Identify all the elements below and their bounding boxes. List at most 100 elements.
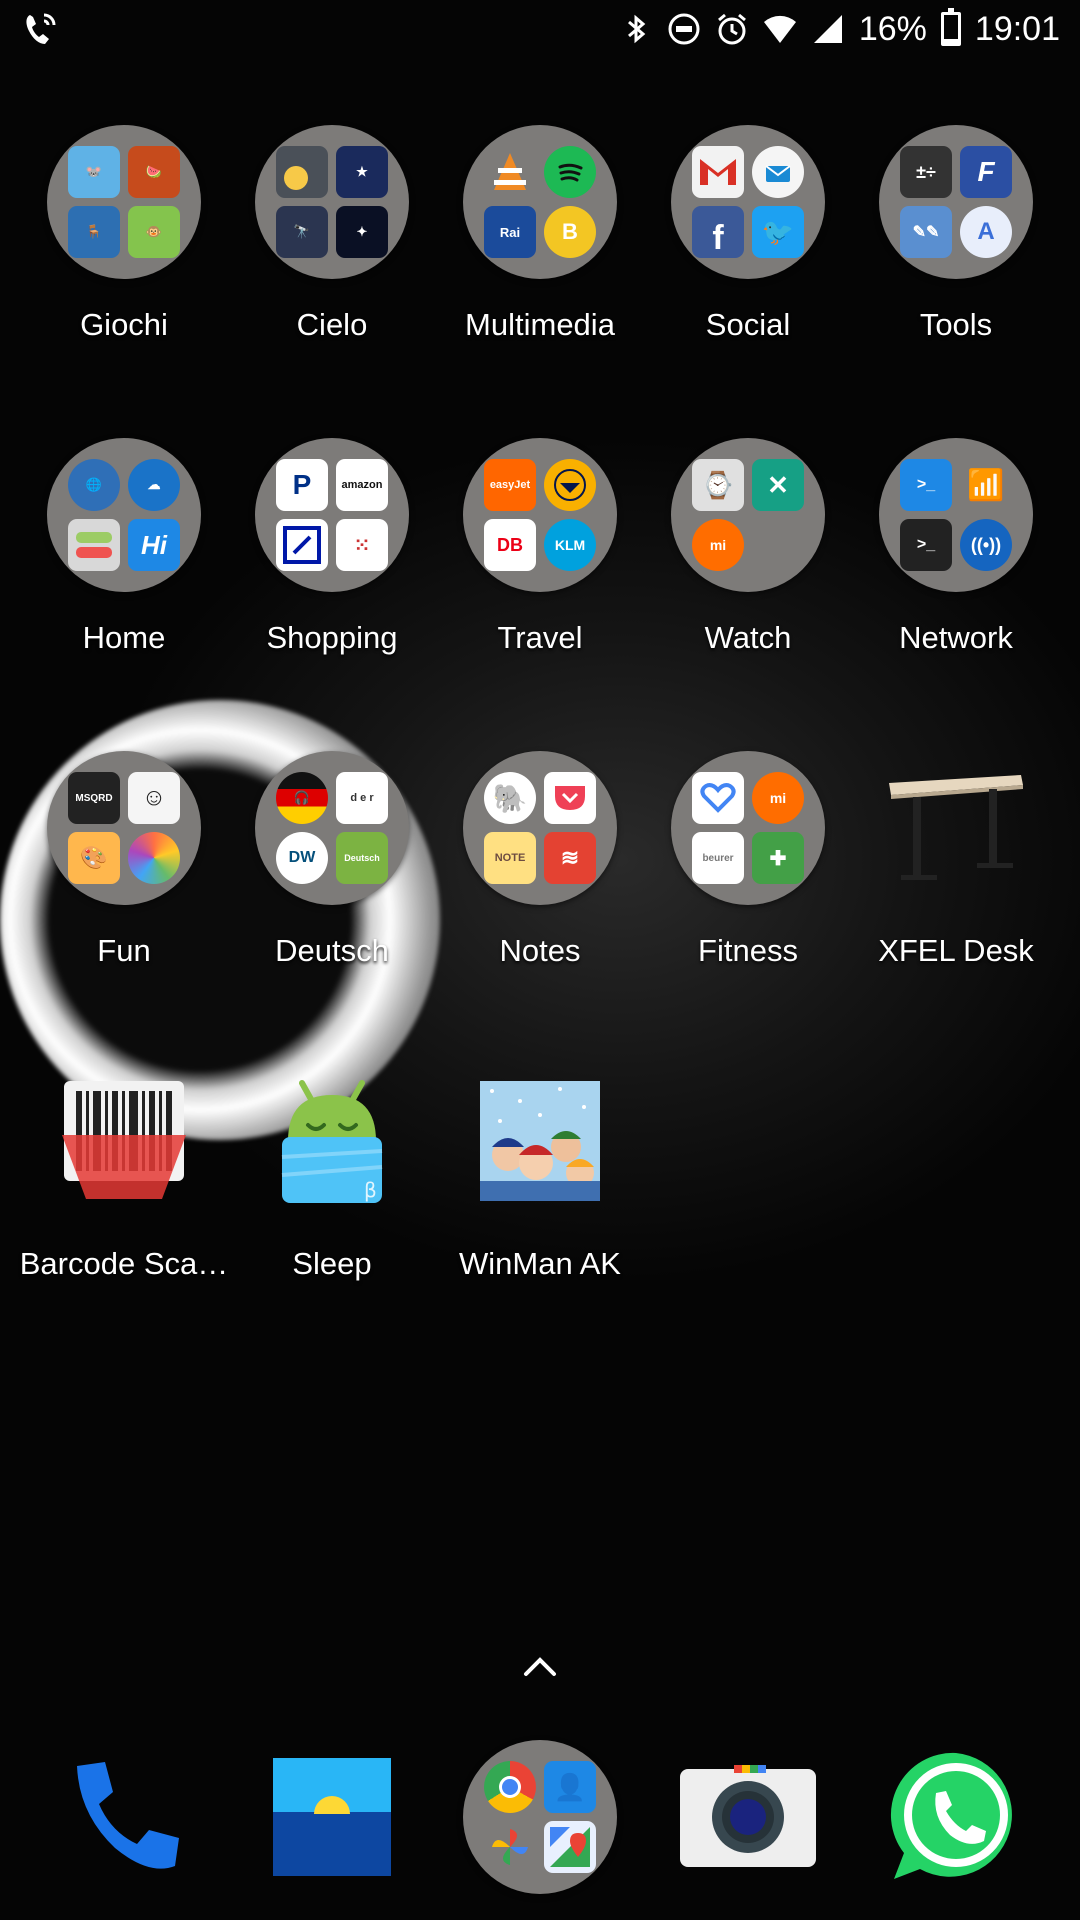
google-fit-icon [692, 772, 744, 824]
phone-icon [47, 1740, 201, 1894]
pocket-icon [544, 772, 596, 824]
whatsapp-icon [879, 1740, 1033, 1894]
evernote-icon: 🐘 [484, 772, 536, 824]
folder-icon: P amazon ⁙ [255, 438, 409, 592]
terminal-dark-icon: >_ [900, 519, 952, 571]
wifi-call-icon [20, 9, 60, 49]
app-label: WinMan AK [459, 1246, 621, 1281]
google-maps-icon [544, 1821, 596, 1873]
folder-fun[interactable]: MSQRD ☺ 🎨 Fun [20, 751, 228, 1064]
star-app-icon: ★ [336, 146, 388, 198]
vlc-icon [484, 146, 536, 198]
folder-watch[interactable]: ⌚ ✕ mi Watch [644, 438, 852, 751]
dock-wallpaper[interactable] [228, 1740, 436, 1894]
svg-text:β: β [364, 1178, 377, 1202]
folder-label: Cielo [296, 307, 368, 342]
dock-whatsapp[interactable] [852, 1740, 1060, 1894]
mickey-game-icon: 🐭 [68, 146, 120, 198]
lufthansa-icon [544, 459, 596, 511]
beurer-icon: beurer [692, 832, 744, 884]
fritz-cloud-icon: ☁ [128, 459, 180, 511]
amazon-icon: amazon [336, 459, 388, 511]
facebook-icon: f [692, 206, 744, 258]
stickman-game-icon: 🪑 [68, 206, 120, 258]
fruit-ninja-icon: 🍉 [128, 146, 180, 198]
folder-giochi[interactable]: 🐭 🍉 🪑 🐵 Giochi [20, 125, 228, 438]
wallpaper-icon [255, 1740, 409, 1894]
dock-google-folder[interactable]: 👤 [436, 1740, 644, 1894]
dock-camera[interactable] [644, 1740, 852, 1894]
folder-fitness[interactable]: mi beurer ✚ Fitness [644, 751, 852, 1064]
app-xfel-desk[interactable]: XFEL Desk [852, 751, 1060, 1064]
hi-app-icon: Hi [128, 519, 180, 571]
contacts-icon: 👤 [544, 1761, 596, 1813]
folder-shopping[interactable]: P amazon ⁙ Shopping [228, 438, 436, 751]
folder-deutsch[interactable]: 🎧 d e r DW Deutsch Deutsch [228, 751, 436, 1064]
camera-icon [671, 1740, 825, 1894]
db-navigator-icon: DB [484, 519, 536, 571]
word-grid-icon: d e r [336, 772, 388, 824]
folder-icon: ⌚ ✕ mi [671, 438, 825, 592]
alarm-icon [715, 12, 749, 46]
network-signal-icon: ((•)) [960, 519, 1012, 571]
folder-network[interactable]: >_ 📶 >_ ((•)) Network [852, 438, 1060, 751]
mi-fit-icon: mi [692, 519, 744, 571]
home-grid: 🐭 🍉 🪑 🐵 Giochi ★ 🔭 ✦ Cielo Rai B Multime… [20, 125, 1060, 1377]
klm-icon: KLM [544, 519, 596, 571]
folder-icon: f 🐦 [671, 125, 825, 279]
folder-home[interactable]: 🌐 ☁ Hi Home [20, 438, 228, 751]
gmail-icon [692, 146, 744, 198]
folder-label: Travel [497, 620, 583, 655]
heavens-above-icon: ✦ [336, 206, 388, 258]
deutsche-bank-icon [276, 519, 328, 571]
app-barcode-scanner[interactable]: Barcode Sca… [20, 1064, 228, 1377]
folder-label: Watch [704, 620, 792, 655]
battery-icon [940, 8, 961, 46]
mi-fit-icon: mi [752, 772, 804, 824]
app-label: Barcode Sca… [19, 1246, 229, 1281]
folder-notes[interactable]: 🐘 NOTE ≋ Notes [436, 751, 644, 1064]
switch-app-icon [68, 519, 120, 571]
dock-phone[interactable] [20, 1740, 228, 1894]
todoist-icon: ≋ [544, 832, 596, 884]
folder-icon: MSQRD ☺ 🎨 [47, 751, 201, 905]
watch-app-icon: ⌚ [692, 459, 744, 511]
xkcd-icon: ☺ [128, 772, 180, 824]
clock: 19:01 [974, 9, 1060, 48]
podcast-app-icon: B [544, 206, 596, 258]
folder-label: Notes [499, 933, 581, 968]
folder-label: Fun [97, 933, 151, 968]
folder-label: Multimedia [465, 307, 615, 342]
deutsch-perfekt-icon: Deutsch [336, 832, 388, 884]
game-center-icon [128, 832, 180, 884]
endomondo-icon: ✚ [752, 832, 804, 884]
folder-cielo[interactable]: ★ 🔭 ✦ Cielo [228, 125, 436, 438]
terminal-blue-icon: >_ [900, 459, 952, 511]
app-winman-ak[interactable]: WinMan AK [436, 1064, 644, 1377]
spotify-icon [544, 146, 596, 198]
calculator-icon: ±÷ [900, 146, 952, 198]
folder-tools[interactable]: ±÷ F ✎✎ A Tools [852, 125, 1060, 438]
folder-multimedia[interactable]: Rai B Multimedia [436, 125, 644, 438]
moon-app-icon [276, 146, 328, 198]
paint-app-icon: 🎨 [68, 832, 120, 884]
accessibility-app-icon: A [960, 206, 1012, 258]
pattern-app-icon: ⁙ [336, 519, 388, 571]
empty-slot [752, 519, 804, 571]
folder-icon: 🌐 ☁ Hi [47, 438, 201, 592]
app-sleep[interactable]: β Sleep [228, 1064, 436, 1377]
winman-photo-icon [463, 1064, 617, 1218]
app-drawer-chevron-up-icon[interactable] [510, 1646, 570, 1686]
folder-travel[interactable]: easyJet DB KLM Travel [436, 438, 644, 751]
folder-icon: 🐭 🍉 🪑 🐵 [47, 125, 201, 279]
battery-percent: 16% [858, 9, 927, 48]
folder-social[interactable]: f 🐦 Social [644, 125, 852, 438]
app-label: XFEL Desk [878, 933, 1034, 968]
colored-pencils-icon: ✎✎ [900, 206, 952, 258]
folder-icon: 🎧 d e r DW Deutsch [255, 751, 409, 905]
tools-app-icon: ✕ [752, 459, 804, 511]
mail-app-icon [752, 146, 804, 198]
folder-icon: >_ 📶 >_ ((•)) [879, 438, 1033, 592]
folder-icon: ±÷ F ✎✎ A [879, 125, 1033, 279]
folder-label: Shopping [266, 620, 398, 655]
